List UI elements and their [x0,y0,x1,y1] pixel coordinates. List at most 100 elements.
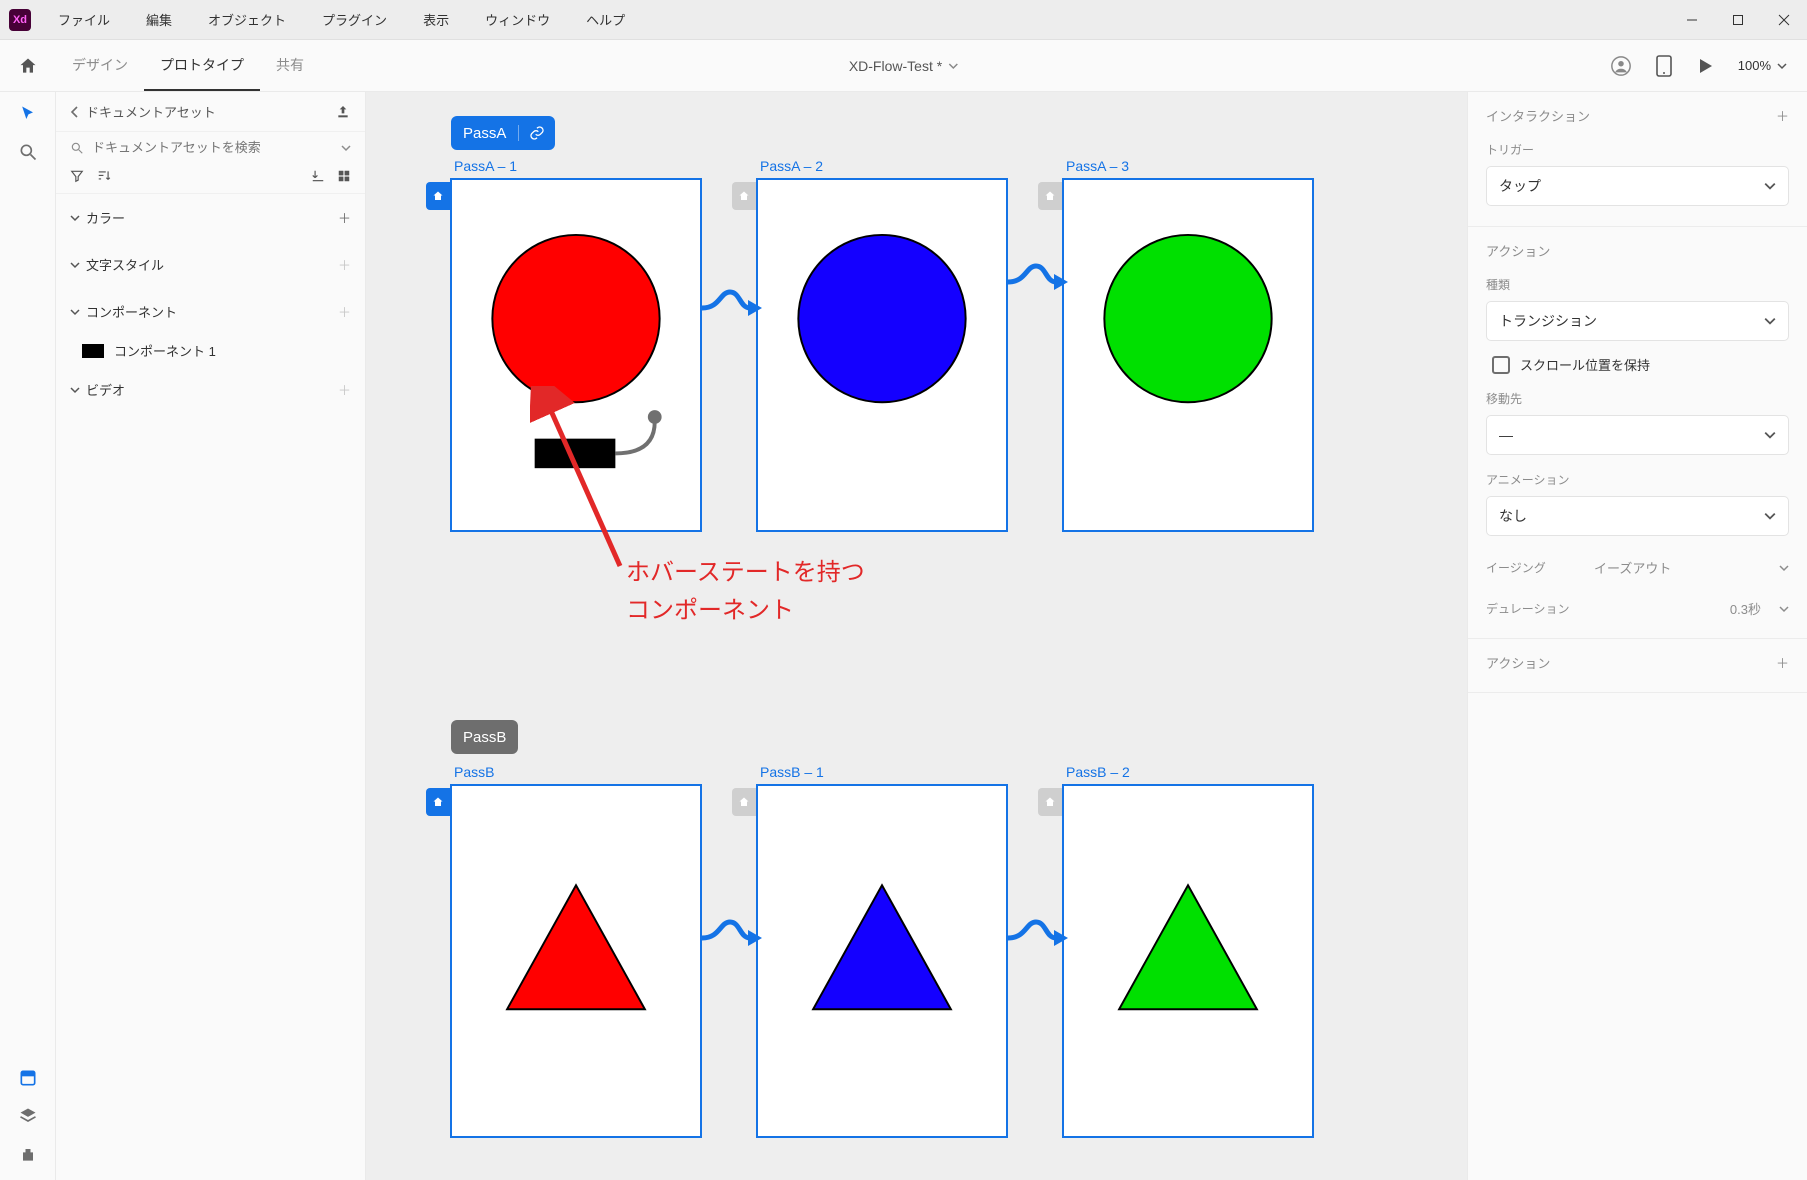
chevron-down-icon[interactable] [341,143,351,153]
artboard-label[interactable]: PassB – 2 [1066,764,1130,780]
artboard-label[interactable]: PassB [454,764,494,780]
chevron-down-icon [1779,563,1789,573]
canvas[interactable]: PassA PassA – 1 PassA – 2 [366,92,1467,1180]
grid-view-button[interactable] [337,169,351,183]
prototype-wire[interactable] [1008,918,1068,958]
section-video[interactable]: ビデオ ＋ [56,366,365,413]
home-icon [432,190,444,202]
device-preview-button[interactable] [1656,55,1672,77]
libraries-button[interactable] [18,1068,38,1088]
menu-window[interactable]: ウィンドウ [467,10,568,29]
layers-button[interactable] [18,1106,38,1126]
menu-plugin[interactable]: プラグイン [304,10,405,29]
magnifier-icon [18,142,38,162]
home-icon [1044,796,1056,808]
assets-panel: ドキュメントアセット カラー ＋ [56,92,366,1180]
action-type-select[interactable]: トランジション [1486,301,1789,341]
document-title[interactable]: XD-Flow-Test * [849,58,958,74]
home-marker[interactable] [1038,788,1062,816]
artboard-label[interactable]: PassB – 1 [760,764,824,780]
flow-name: PassB [451,729,518,746]
filter-button[interactable] [70,169,84,183]
zoom-dropdown[interactable]: 100% [1738,58,1787,73]
menu-file[interactable]: ファイル [40,10,128,29]
artboard-b2[interactable] [756,784,1008,1138]
preserve-scroll-checkbox[interactable]: スクロール位置を保持 [1486,355,1789,374]
flow-link-button[interactable] [518,125,555,141]
home-icon [1044,190,1056,202]
flow-badge-a[interactable]: PassA [451,116,555,150]
select-value: トランジション [1499,311,1597,331]
window-minimize-button[interactable] [1669,0,1715,40]
list-icon [311,169,325,183]
checkbox-label: スクロール位置を保持 [1520,355,1650,374]
sort-icon [96,169,112,183]
home-marker[interactable] [732,788,756,816]
animation-select[interactable]: なし [1486,496,1789,536]
add-action-button[interactable]: ＋ [1776,653,1789,672]
select-tool[interactable] [18,104,38,124]
add-component-button[interactable]: ＋ [338,302,351,321]
menu-view[interactable]: 表示 [405,10,467,29]
section-components[interactable]: コンポーネント ＋ [56,288,365,335]
section-title: インタラクション [1486,106,1590,125]
field-label: 移動先 [1486,390,1789,407]
add-video-button[interactable]: ＋ [338,380,351,399]
trigger-select[interactable]: タップ [1486,166,1789,206]
chevron-down-icon [1764,429,1776,441]
add-charstyle-button[interactable]: ＋ [338,255,351,274]
document-title-text: XD-Flow-Test * [849,58,942,74]
menu-object[interactable]: オブジェクト [190,10,304,29]
tab-share[interactable]: 共有 [260,40,320,91]
easing-row[interactable]: イージング イーズアウト [1486,558,1789,577]
plugins-button[interactable] [18,1144,38,1164]
home-icon [18,56,38,76]
menu-help[interactable]: ヘルプ [568,10,643,29]
prototype-wire[interactable] [1008,262,1068,302]
section-label: コンポーネント [86,302,338,321]
duration-row[interactable]: デュレーション 0.3秒 [1486,599,1789,618]
home-marker[interactable] [732,182,756,210]
desktop-preview-button[interactable] [1696,57,1714,75]
artboard-b1[interactable] [450,784,702,1138]
artboard-label[interactable]: PassA – 1 [454,158,517,174]
app-icon: Xd [0,0,40,40]
asset-search[interactable] [56,132,365,163]
list-view-button[interactable] [311,169,325,183]
plugin-icon [18,1144,38,1164]
destination-select[interactable]: — [1486,415,1789,455]
section-colors[interactable]: カラー ＋ [56,194,365,241]
artboard-a3[interactable] [1062,178,1314,532]
artboard-label[interactable]: PassA – 2 [760,158,823,174]
select-value: なし [1499,506,1527,526]
add-interaction-button[interactable]: ＋ [1776,106,1789,125]
zoom-tool[interactable] [18,142,38,162]
component-item[interactable]: コンポーネント 1 [56,335,365,366]
menu-edit[interactable]: 編集 [128,10,190,29]
artboard-label[interactable]: PassA – 3 [1066,158,1129,174]
tab-prototype[interactable]: プロトタイプ [144,40,260,91]
field-label: デュレーション [1486,600,1576,617]
publish-button[interactable] [335,104,351,120]
window-close-button[interactable] [1761,0,1807,40]
section-char-styles[interactable]: 文字スタイル ＋ [56,241,365,288]
funnel-icon [70,169,84,183]
artboard-b3[interactable] [1062,784,1314,1138]
sort-button[interactable] [96,169,112,183]
flow-badge-b[interactable]: PassB [451,720,518,754]
artboard-a2[interactable] [756,178,1008,532]
chevron-down-icon [70,213,80,223]
account-button[interactable] [1610,55,1632,77]
window-maximize-button[interactable] [1715,0,1761,40]
add-color-button[interactable]: ＋ [338,208,351,227]
tab-design[interactable]: デザイン [56,40,144,91]
back-button[interactable] [70,106,80,118]
prototype-wire[interactable] [702,918,762,958]
home-marker[interactable] [1038,182,1062,210]
home-marker[interactable] [426,788,450,816]
home-marker[interactable] [426,182,450,210]
component-swatch-icon [82,344,104,358]
search-input[interactable] [92,140,341,155]
home-button[interactable] [0,56,56,76]
prototype-wire[interactable] [702,288,762,328]
